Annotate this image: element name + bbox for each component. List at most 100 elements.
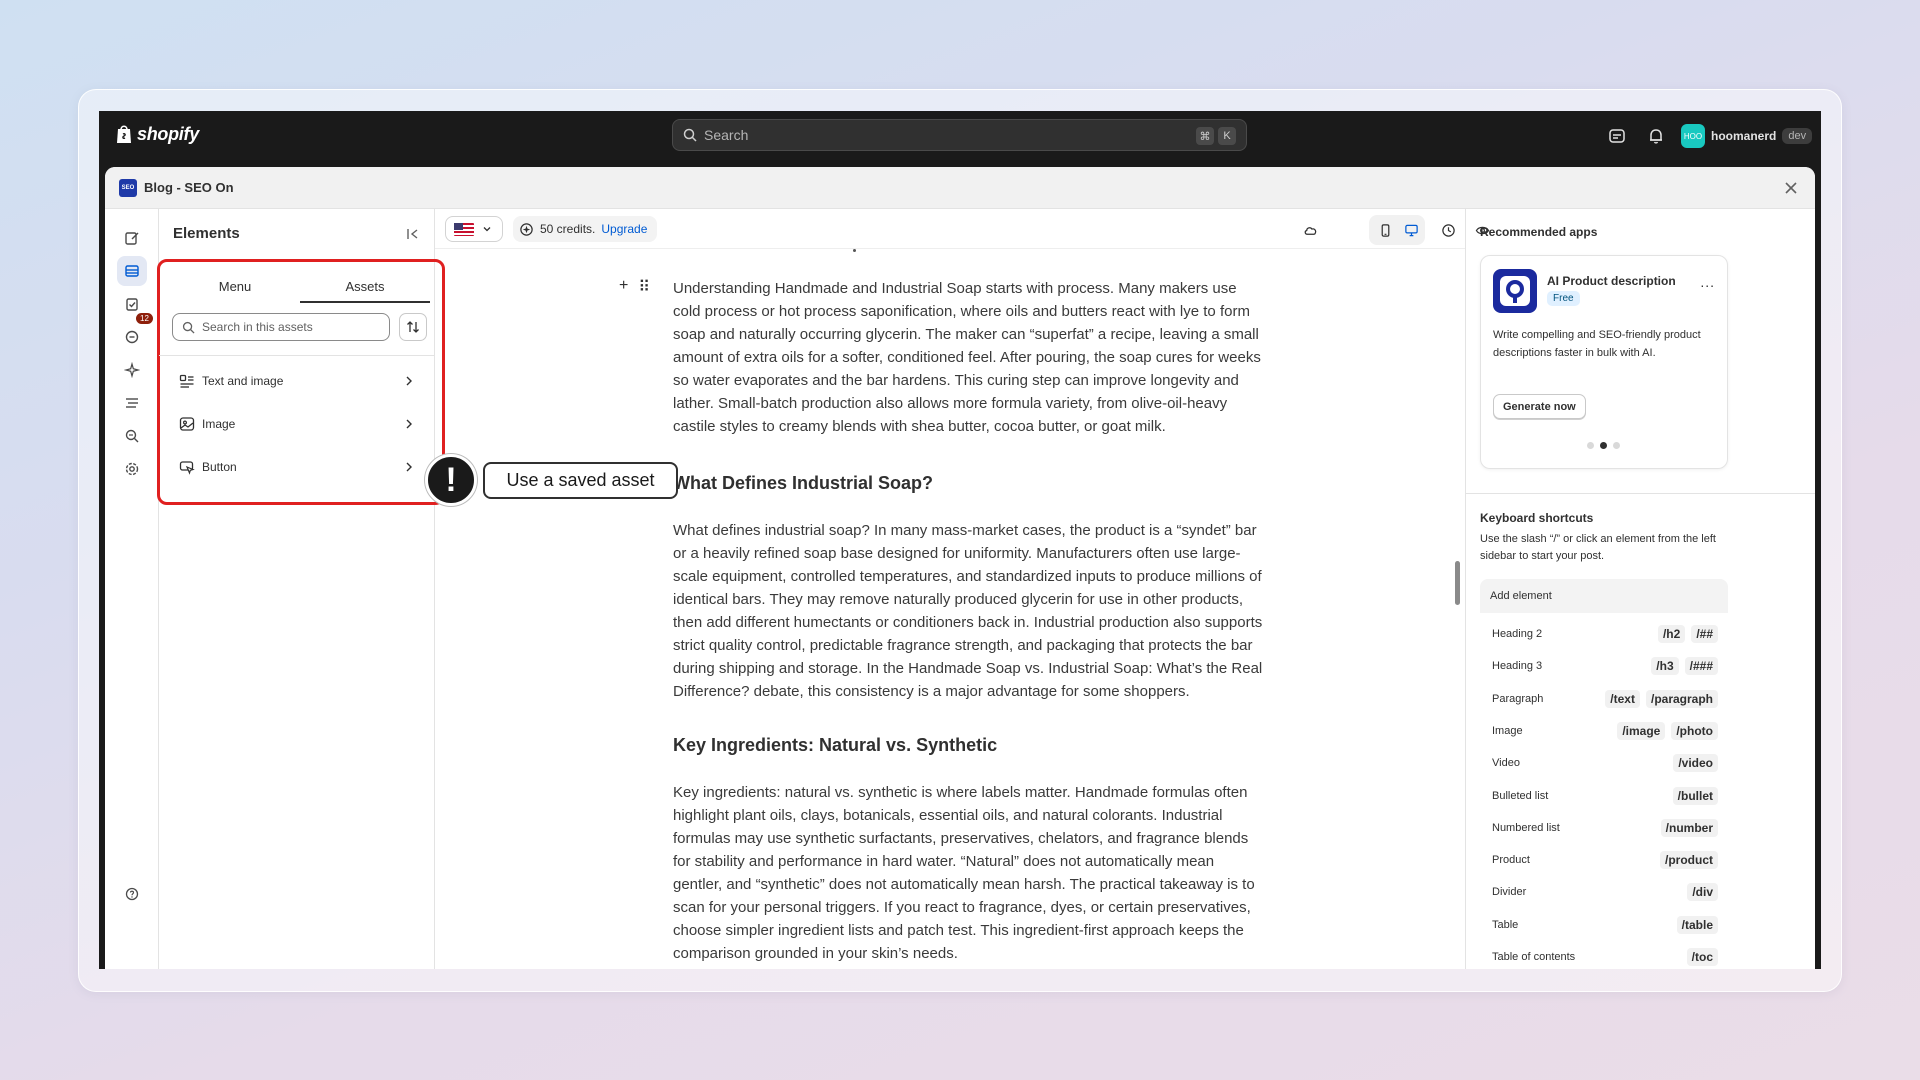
close-icon[interactable] bbox=[1783, 180, 1799, 196]
upgrade-link[interactable]: Upgrade bbox=[601, 222, 647, 236]
shortcut-key: /text bbox=[1605, 689, 1640, 708]
paragraph[interactable]: What defines industrial soap? In many ma… bbox=[673, 519, 1263, 703]
keyboard-shortcuts-description: Use the slash “/” or click an element fr… bbox=[1480, 533, 1716, 562]
paragraph[interactable]: Key ingredients: natural vs. synthetic i… bbox=[673, 781, 1263, 965]
shopify-logo[interactable]: shopify bbox=[115, 123, 199, 145]
recommended-app-card: AI Product description Free ... Write co… bbox=[1480, 255, 1728, 469]
rail-edit-button[interactable] bbox=[117, 223, 147, 253]
app-card-badge: Free bbox=[1547, 291, 1580, 306]
global-search-input[interactable]: Search ⌘ K bbox=[672, 119, 1247, 151]
panel-divider bbox=[159, 355, 435, 356]
shortcut-keys: /h3 /### bbox=[1651, 657, 1718, 676]
language-select[interactable] bbox=[445, 216, 503, 242]
tab-menu[interactable]: Menu bbox=[170, 271, 300, 303]
history-button[interactable] bbox=[1435, 217, 1461, 243]
app-header: SEO Blog - SEO On bbox=[105, 167, 1815, 209]
shortcut-label: Heading 3 bbox=[1492, 660, 1543, 673]
asset-item-button[interactable]: Button bbox=[179, 452, 415, 482]
article-section-3: Key ingredients: natural vs. synthetic i… bbox=[673, 781, 1263, 965]
shortcut-keys: /image/photo bbox=[1617, 721, 1718, 740]
store-chat-icon[interactable] bbox=[1608, 127, 1626, 145]
layers-icon bbox=[125, 265, 139, 277]
shortcut-keys: /div bbox=[1687, 883, 1718, 902]
rail-settings-button[interactable] bbox=[117, 454, 147, 484]
app-window: SEO Blog - SEO On 12 Elements Menu Asset… bbox=[105, 167, 1815, 969]
tab-assets[interactable]: Assets bbox=[300, 271, 430, 303]
carousel-dots bbox=[1587, 442, 1620, 449]
callout-marker: ! bbox=[425, 454, 477, 506]
sparkle-icon bbox=[124, 362, 140, 378]
ai-app-logo-icon bbox=[1500, 276, 1530, 306]
article-heading-2: What Defines Industrial Soap? bbox=[673, 471, 1263, 495]
rail-outline-button[interactable] bbox=[117, 388, 147, 418]
shortcut-row: Image/image/photo bbox=[1492, 721, 1718, 741]
shortcut-label: Bulleted list bbox=[1492, 789, 1549, 802]
cloud-sync-button[interactable] bbox=[1297, 217, 1323, 243]
app-card-logo bbox=[1493, 269, 1537, 313]
button-icon bbox=[179, 461, 195, 475]
image-icon bbox=[179, 417, 195, 431]
right-sidebar: Recommended apps AI Product description … bbox=[1465, 209, 1815, 969]
desktop-icon bbox=[1404, 224, 1418, 236]
rail-elements-button[interactable] bbox=[117, 256, 147, 286]
add-block-icon[interactable]: + bbox=[619, 277, 628, 297]
shortcut-label: Numbered list bbox=[1492, 821, 1560, 834]
paragraph[interactable]: Understanding Handmade and Industrial So… bbox=[673, 277, 1263, 438]
desktop-view-button[interactable] bbox=[1398, 217, 1424, 243]
credits-indicator: 50 credits. Upgrade bbox=[513, 216, 658, 242]
text-image-icon bbox=[179, 374, 194, 388]
shopify-topbar: shopify Search ⌘ K HOO hoomanerd dev bbox=[99, 111, 1821, 161]
kbd-command: ⌘ bbox=[1196, 127, 1214, 145]
carousel-dot-active[interactable] bbox=[1600, 442, 1607, 449]
sort-button[interactable] bbox=[399, 313, 427, 341]
seo-search-icon bbox=[125, 429, 139, 443]
rail-seo-button[interactable] bbox=[117, 421, 147, 451]
asset-item-image[interactable]: Image bbox=[179, 409, 415, 439]
shortcut-keys: /toc bbox=[1686, 948, 1718, 966]
more-options-icon[interactable]: ... bbox=[1700, 274, 1715, 290]
user-menu[interactable]: HOO hoomanerd dev bbox=[1681, 124, 1813, 148]
generate-now-button[interactable]: Generate now bbox=[1493, 394, 1586, 419]
rail-checklist-button[interactable]: 12 bbox=[117, 289, 153, 324]
shortcut-key: /### bbox=[1684, 657, 1718, 676]
rail-link-button[interactable] bbox=[117, 322, 147, 352]
shortcut-keys: /bullet bbox=[1672, 786, 1718, 805]
rail-ai-button[interactable] bbox=[117, 355, 147, 385]
shortcut-row: Numbered list/number bbox=[1492, 818, 1718, 838]
shortcut-label: Divider bbox=[1492, 886, 1527, 899]
kbd-k: K bbox=[1218, 127, 1236, 145]
panel-tabs: Menu Assets bbox=[170, 271, 430, 303]
cloud-icon bbox=[1304, 226, 1316, 235]
chevron-right-icon bbox=[406, 419, 412, 429]
carousel-dot[interactable] bbox=[1613, 442, 1620, 449]
shortcut-label: Table of contents bbox=[1492, 951, 1576, 963]
editor-scrollbar[interactable] bbox=[1455, 561, 1460, 605]
heading[interactable]: What Defines Industrial Soap? bbox=[673, 471, 1263, 495]
elements-panel: Elements Menu Assets Search in this asse… bbox=[157, 209, 445, 969]
panel-title: Elements bbox=[173, 225, 240, 242]
assets-search-placeholder: Search in this assets bbox=[202, 320, 313, 334]
asset-item-text-and-image[interactable]: Text and image bbox=[179, 366, 415, 396]
drag-handle-icon[interactable]: ⠿ bbox=[638, 277, 650, 297]
shortcut-key: /div bbox=[1687, 883, 1718, 902]
list-icon bbox=[126, 398, 138, 408]
carousel-dot[interactable] bbox=[1587, 442, 1594, 449]
keyboard-shortcuts-title: Keyboard shortcuts bbox=[1480, 511, 1594, 525]
shortcut-key: /image bbox=[1617, 721, 1666, 740]
shortcut-row: Table/table bbox=[1492, 915, 1718, 935]
asset-item-label: Text and image bbox=[202, 374, 284, 388]
user-tag: dev bbox=[1782, 128, 1813, 144]
chevron-right-icon bbox=[406, 462, 412, 472]
heading[interactable]: Key Ingredients: Natural vs. Synthetic bbox=[673, 733, 1263, 757]
search-icon bbox=[683, 128, 697, 142]
shortcut-row: Divider/div bbox=[1492, 882, 1718, 902]
avatar: HOO bbox=[1681, 124, 1705, 148]
bell-icon[interactable] bbox=[1647, 127, 1665, 145]
assets-search-input[interactable]: Search in this assets bbox=[172, 313, 390, 341]
rail-help-button[interactable] bbox=[117, 879, 147, 909]
mobile-view-button[interactable] bbox=[1372, 217, 1398, 243]
collapse-panel-icon[interactable] bbox=[406, 227, 420, 241]
editor-canvas[interactable]: + ⠿ Understanding Handmade and Industria… bbox=[435, 249, 1465, 969]
shortcut-key: /## bbox=[1691, 625, 1718, 643]
shortcut-row: Table of contents/toc bbox=[1492, 947, 1718, 967]
